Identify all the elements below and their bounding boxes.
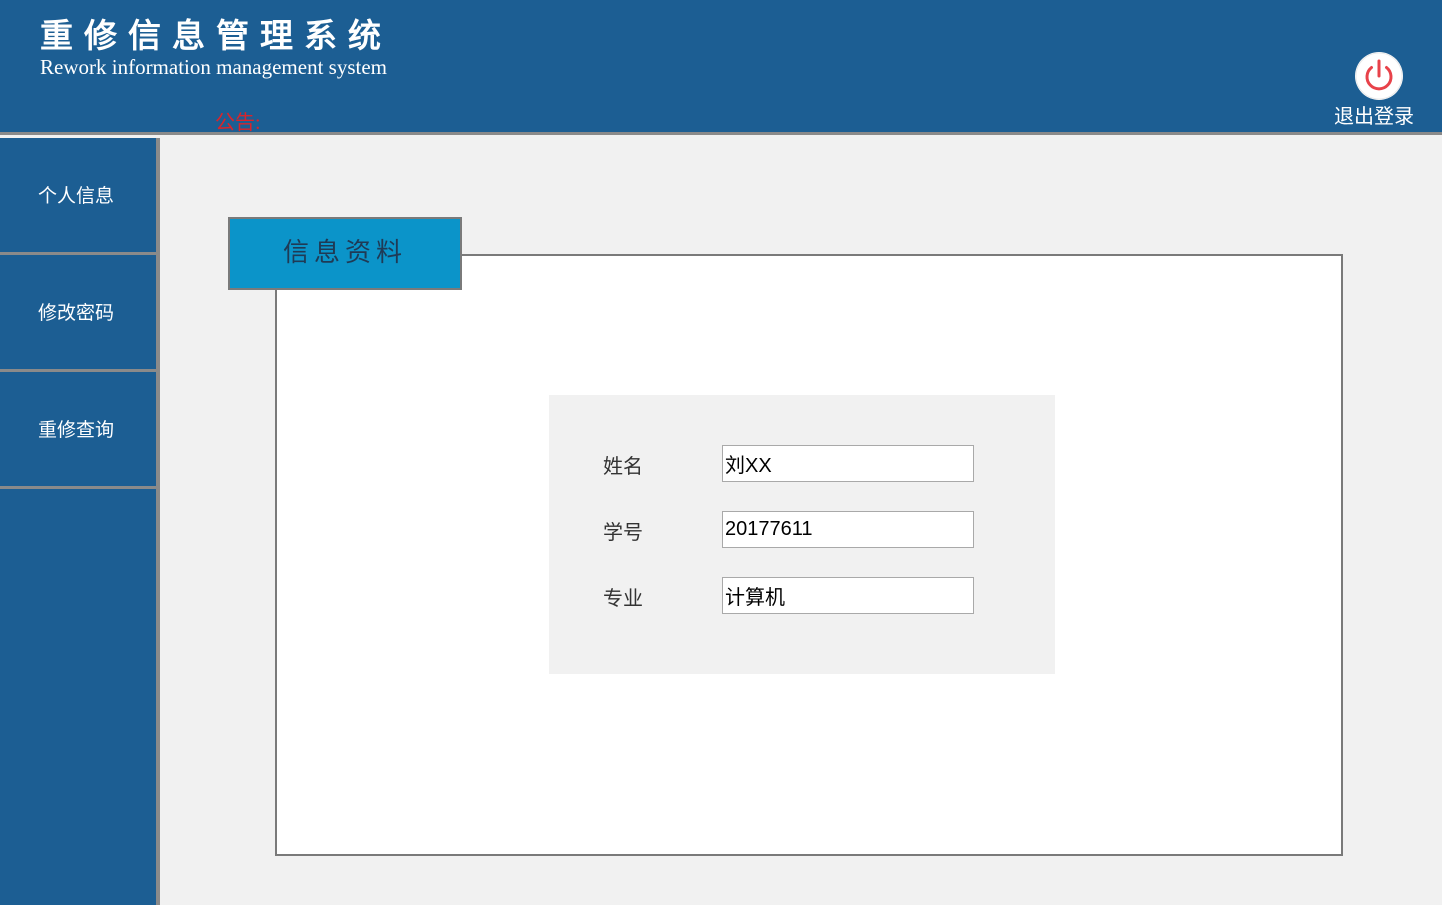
major-label: 专业 — [603, 586, 643, 610]
app-header: 重修信息管理系统 Rework information management s… — [0, 0, 1442, 135]
notice-label: 公告: — [215, 112, 261, 134]
power-icon[interactable] — [1355, 52, 1403, 100]
profile-form: 姓名 学号 专业 — [549, 395, 1055, 674]
sidebar-item-personal-info[interactable]: 个人信息 — [0, 138, 156, 255]
form-row-student-id: 学号 — [549, 511, 1055, 549]
tab-info-profile: 信息资料 — [228, 217, 462, 290]
app-title-chinese: 重修信息管理系统 — [40, 16, 392, 55]
form-row-name: 姓名 — [549, 445, 1055, 483]
name-field[interactable] — [722, 445, 974, 482]
student-id-label: 学号 — [603, 520, 643, 544]
form-row-major: 专业 — [549, 577, 1055, 615]
sidebar-item-rework-query[interactable]: 重修查询 — [0, 372, 156, 489]
sidebar: 个人信息 修改密码 重修查询 — [0, 138, 160, 905]
logout-label[interactable]: 退出登录 — [1334, 103, 1414, 129]
major-field[interactable] — [722, 577, 974, 614]
logout-button[interactable]: 退出登录 — [1326, 52, 1430, 130]
sidebar-item-change-password[interactable]: 修改密码 — [0, 255, 156, 372]
student-id-field[interactable] — [722, 511, 974, 548]
app-title-english: Rework information management system — [40, 55, 388, 79]
name-label: 姓名 — [603, 454, 643, 478]
